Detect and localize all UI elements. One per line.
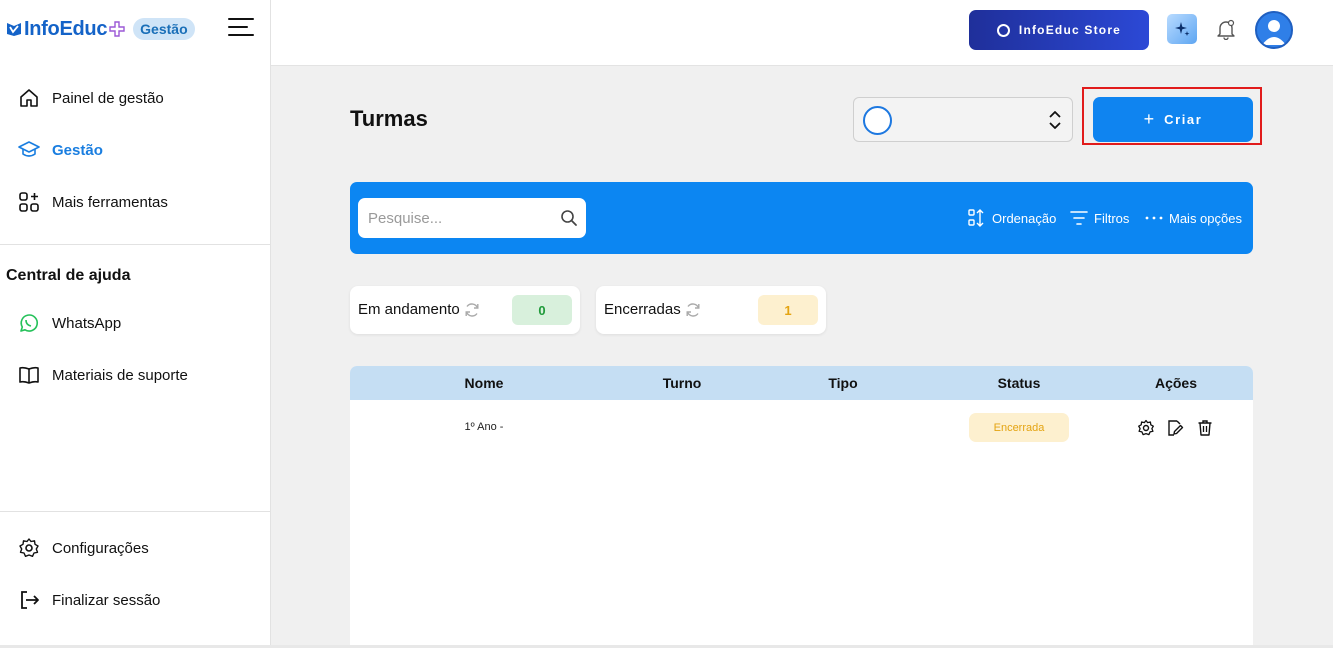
search-box	[358, 198, 586, 238]
sidebar-item-label: WhatsApp	[52, 314, 122, 332]
more-options-label: Mais opções	[1169, 210, 1242, 226]
edit-action-icon[interactable]	[1166, 419, 1184, 437]
sort-button[interactable]: Ordenação	[968, 208, 1056, 228]
book-icon	[18, 364, 40, 386]
sidebar-item-materiais[interactable]: Materiais de suporte	[18, 362, 188, 388]
select-placeholder-circle-icon	[863, 106, 892, 135]
settings-action-icon[interactable]	[1137, 419, 1155, 437]
graduation-cap-icon	[18, 139, 40, 161]
whatsapp-icon	[18, 312, 40, 334]
logout-icon	[18, 589, 40, 611]
sort-button-label: Ordenação	[992, 210, 1057, 226]
column-header-status[interactable]: Status	[969, 375, 1069, 391]
store-button-label: InfoEduc Store	[1018, 23, 1122, 37]
sidebar-item-label: Configurações	[52, 539, 149, 557]
counter-label: Encerradas	[604, 301, 701, 318]
sidebar-item-label: Materiais de suporte	[52, 366, 188, 384]
counter-badge: 1	[758, 295, 818, 325]
more-dots-icon	[1145, 215, 1163, 221]
sidebar-divider	[0, 244, 270, 245]
counter-em-andamento[interactable]: Em andamento 0	[350, 286, 580, 334]
plus-logo-icon	[109, 21, 125, 37]
infoeduc-store-button[interactable]: InfoEduc Store	[969, 10, 1149, 50]
sparkle-icon	[1175, 22, 1190, 36]
counter-label: Em andamento	[358, 301, 480, 318]
school-select[interactable]	[853, 97, 1073, 142]
sidebar-item-logout[interactable]: Finalizar sessão	[18, 587, 160, 613]
sort-icon	[968, 209, 986, 227]
plus-icon: +	[1143, 109, 1155, 129]
sidebar-item-ferramentas[interactable]: Mais ferramentas	[18, 189, 168, 215]
help-section-title: Central de ajuda	[6, 267, 131, 284]
top-header: InfoEduc Store	[271, 0, 1333, 66]
sidebar-item-label: Mais ferramentas	[52, 193, 168, 211]
brand-name: InfoEduc	[24, 17, 108, 40]
table-header: Nome Turno Tipo Status Ações	[350, 366, 1253, 400]
create-button-label: Criar	[1164, 112, 1203, 127]
store-icon	[996, 23, 1010, 37]
page-title: Turmas	[350, 106, 428, 131]
filters-button[interactable]: Filtros	[1070, 208, 1129, 228]
status-badge: Encerrada	[969, 413, 1069, 442]
grid-plus-icon	[18, 191, 40, 213]
cell-nome: 1º Ano -	[464, 421, 504, 433]
refresh-icon	[465, 302, 479, 317]
chevron-up-down-icon	[1049, 111, 1061, 129]
search-input[interactable]	[358, 198, 554, 238]
sidebar-divider	[0, 511, 270, 512]
logo-mark-icon	[7, 23, 21, 36]
user-avatar-icon	[1262, 20, 1286, 45]
trash-action-icon[interactable]	[1196, 419, 1214, 437]
column-header-tipo[interactable]: Tipo	[793, 375, 893, 391]
home-icon	[18, 87, 40, 109]
counter-badge: 0	[512, 295, 572, 325]
sparkle-button[interactable]	[1167, 14, 1197, 44]
sidebar-item-label: Finalizar sessão	[52, 591, 161, 609]
gear-icon	[18, 537, 40, 559]
more-options-button[interactable]: Mais opções	[1145, 208, 1242, 228]
user-avatar[interactable]	[1255, 11, 1293, 49]
sidebar-item-whatsapp[interactable]: WhatsApp	[18, 310, 121, 336]
filter-toolbar: Ordenação Filtros Mais opções	[350, 182, 1253, 254]
menu-toggle-icon[interactable]	[228, 17, 254, 39]
gestao-badge: Gestão	[133, 18, 195, 40]
sidebar: InfoEduc Gestão Painel de gestão Gestão …	[0, 0, 271, 648]
counter-label-text: Em andamento	[358, 301, 460, 318]
bell-icon[interactable]	[1215, 18, 1237, 40]
sidebar-item-label: Gestão	[52, 141, 103, 159]
sidebar-item-painel[interactable]: Painel de gestão	[18, 85, 164, 111]
create-button[interactable]: + Criar	[1093, 97, 1253, 142]
filter-icon	[1070, 210, 1088, 226]
refresh-icon	[686, 302, 700, 317]
classes-table: Nome Turno Tipo Status Ações 1º Ano - En…	[350, 366, 1253, 648]
column-header-turno[interactable]: Turno	[632, 375, 732, 391]
filters-button-label: Filtros	[1094, 210, 1130, 226]
sidebar-item-configuracoes[interactable]: Configurações	[18, 535, 149, 561]
sidebar-item-label: Painel de gestão	[52, 89, 164, 107]
counter-label-text: Encerradas	[604, 301, 681, 318]
column-header-acoes: Ações	[1154, 375, 1198, 391]
brand-logo: InfoEduc Gestão	[6, 14, 266, 44]
column-header-nome[interactable]: Nome	[434, 375, 534, 391]
sidebar-item-gestao[interactable]: Gestão	[18, 137, 103, 163]
search-icon[interactable]	[560, 209, 578, 227]
counter-encerradas[interactable]: Encerradas 1	[596, 286, 826, 334]
